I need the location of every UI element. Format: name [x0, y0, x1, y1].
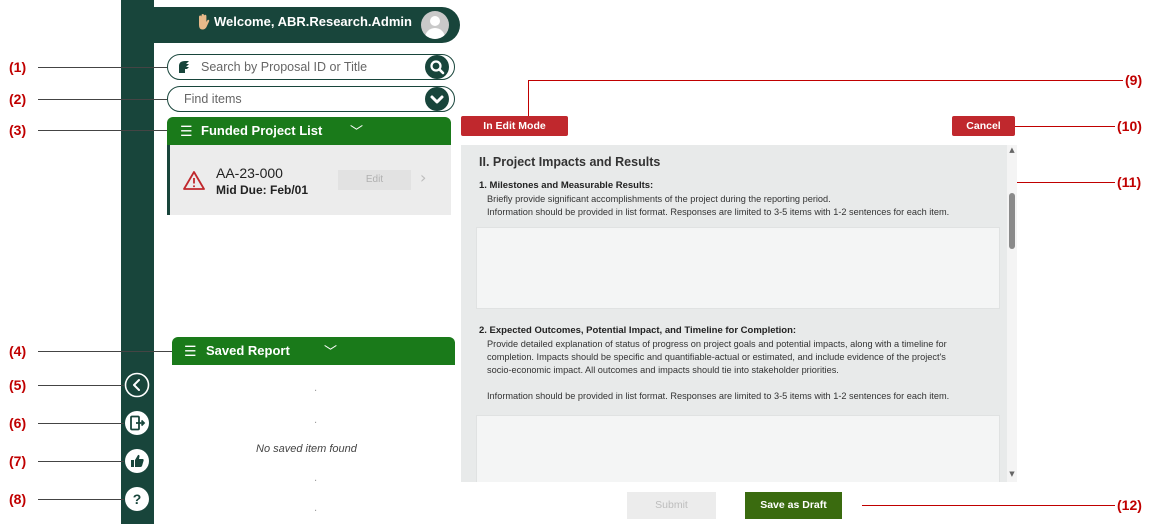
thumbs-up-icon[interactable]	[124, 448, 150, 474]
edit-mode-button[interactable]: In Edit Mode	[461, 116, 568, 136]
search-icon	[430, 60, 445, 75]
find-items-dropdown-button[interactable]	[425, 87, 449, 111]
question-1-description: Information should be provided in list f…	[487, 207, 950, 217]
saved-report-header[interactable]: ☰ Saved Report ﹀	[172, 337, 455, 365]
logout-icon[interactable]	[124, 410, 150, 436]
cancel-button[interactable]: Cancel	[952, 116, 1015, 136]
placeholder-dot: ·	[314, 418, 318, 429]
callout-line	[38, 385, 124, 386]
callout-line	[1017, 182, 1115, 183]
chevron-right-icon[interactable]: ›	[420, 168, 426, 187]
question-1-textarea[interactable]	[476, 227, 1000, 309]
warning-icon	[183, 171, 205, 190]
user-avatar-icon[interactable]	[421, 11, 449, 39]
submit-button[interactable]: Submit	[627, 492, 716, 519]
scroll-up-arrow[interactable]: ▲	[1007, 146, 1017, 154]
callout-line	[1015, 126, 1115, 127]
callout-line	[38, 67, 167, 68]
welcome-text: Welcome, ABR.Research.Admin	[214, 14, 412, 29]
question-2-description: socio-economic impact. All outcomes and …	[487, 365, 839, 375]
section-title: II. Project Impacts and Results	[479, 155, 661, 169]
callout-label: (10)	[1117, 118, 1142, 134]
question-2-description: Information should be provided in list f…	[487, 391, 950, 401]
collapse-left-icon[interactable]	[124, 372, 150, 398]
callout-label: (5)	[9, 377, 27, 393]
save-as-draft-button[interactable]: Save as Draft	[745, 492, 842, 519]
question-2-title: 2. Expected Outcomes, Potential Impact, …	[479, 325, 797, 336]
search-box[interactable]: Search by Proposal ID or Title	[167, 54, 455, 80]
callout-line	[528, 80, 1123, 81]
callout-label: (8)	[9, 491, 27, 507]
callout-line	[38, 461, 124, 462]
find-items-box[interactable]: Find items	[167, 86, 455, 112]
left-nav-rail	[121, 0, 154, 524]
question-1-title: 1. Milestones and Measurable Results:	[479, 180, 654, 191]
list-icon: ☰	[184, 343, 197, 359]
callout-label: (12)	[1117, 497, 1142, 513]
callout-line	[862, 505, 1115, 506]
help-icon[interactable]: ?	[124, 486, 150, 512]
svg-text:?: ?	[133, 491, 142, 507]
question-2-description: completion. Impacts should be specific a…	[487, 352, 946, 362]
callout-label: (3)	[9, 122, 27, 138]
callout-line	[38, 423, 124, 424]
search-button[interactable]	[425, 55, 449, 79]
callout-label: (2)	[9, 91, 27, 107]
callout-line	[38, 351, 172, 352]
funded-project-list-label: Funded Project List	[201, 123, 323, 138]
waving-hand-icon	[195, 13, 211, 31]
spartan-helmet-icon	[179, 61, 189, 73]
list-icon: ☰	[180, 123, 193, 139]
callout-label: (11)	[1117, 174, 1142, 190]
question-1-description: Briefly provide significant accomplishme…	[487, 194, 831, 204]
callout-line	[38, 130, 167, 131]
callout-line	[38, 499, 124, 500]
chevron-down-icon: ﹀	[350, 124, 364, 139]
callout-label: (1)	[9, 59, 27, 75]
question-2-textarea[interactable]	[476, 415, 1000, 482]
callout-label: (4)	[9, 343, 27, 359]
scrollbar-thumb[interactable]	[1009, 193, 1015, 249]
callout-label: (7)	[9, 453, 27, 469]
funded-project-list-header[interactable]: ☰ Funded Project List ﹀	[167, 117, 451, 145]
project-id: AA-23-000	[216, 165, 283, 181]
edit-button[interactable]: Edit	[338, 170, 411, 190]
find-items-input[interactable]: Find items	[184, 92, 242, 106]
callout-line	[38, 99, 167, 100]
saved-report-label: Saved Report	[206, 343, 290, 358]
scroll-down-arrow[interactable]: ▼	[1007, 470, 1017, 478]
report-form-panel: II. Project Impacts and Results 1. Miles…	[461, 145, 1008, 482]
chevron-down-icon	[430, 95, 444, 104]
search-input[interactable]: Search by Proposal ID or Title	[201, 60, 367, 74]
placeholder-dot: ·	[314, 386, 318, 397]
callout-line	[528, 80, 529, 116]
placeholder-dot: ·	[314, 506, 318, 517]
callout-label: (9)	[1125, 72, 1143, 88]
no-saved-item-text: No saved item found	[256, 443, 357, 455]
placeholder-dot: ·	[314, 476, 318, 487]
question-2-description: Provide detailed explanation of status o…	[487, 339, 947, 349]
callout-label: (6)	[9, 415, 27, 431]
project-due-date: Mid Due: Feb/01	[216, 183, 309, 197]
chevron-down-icon: ﹀	[324, 344, 338, 359]
